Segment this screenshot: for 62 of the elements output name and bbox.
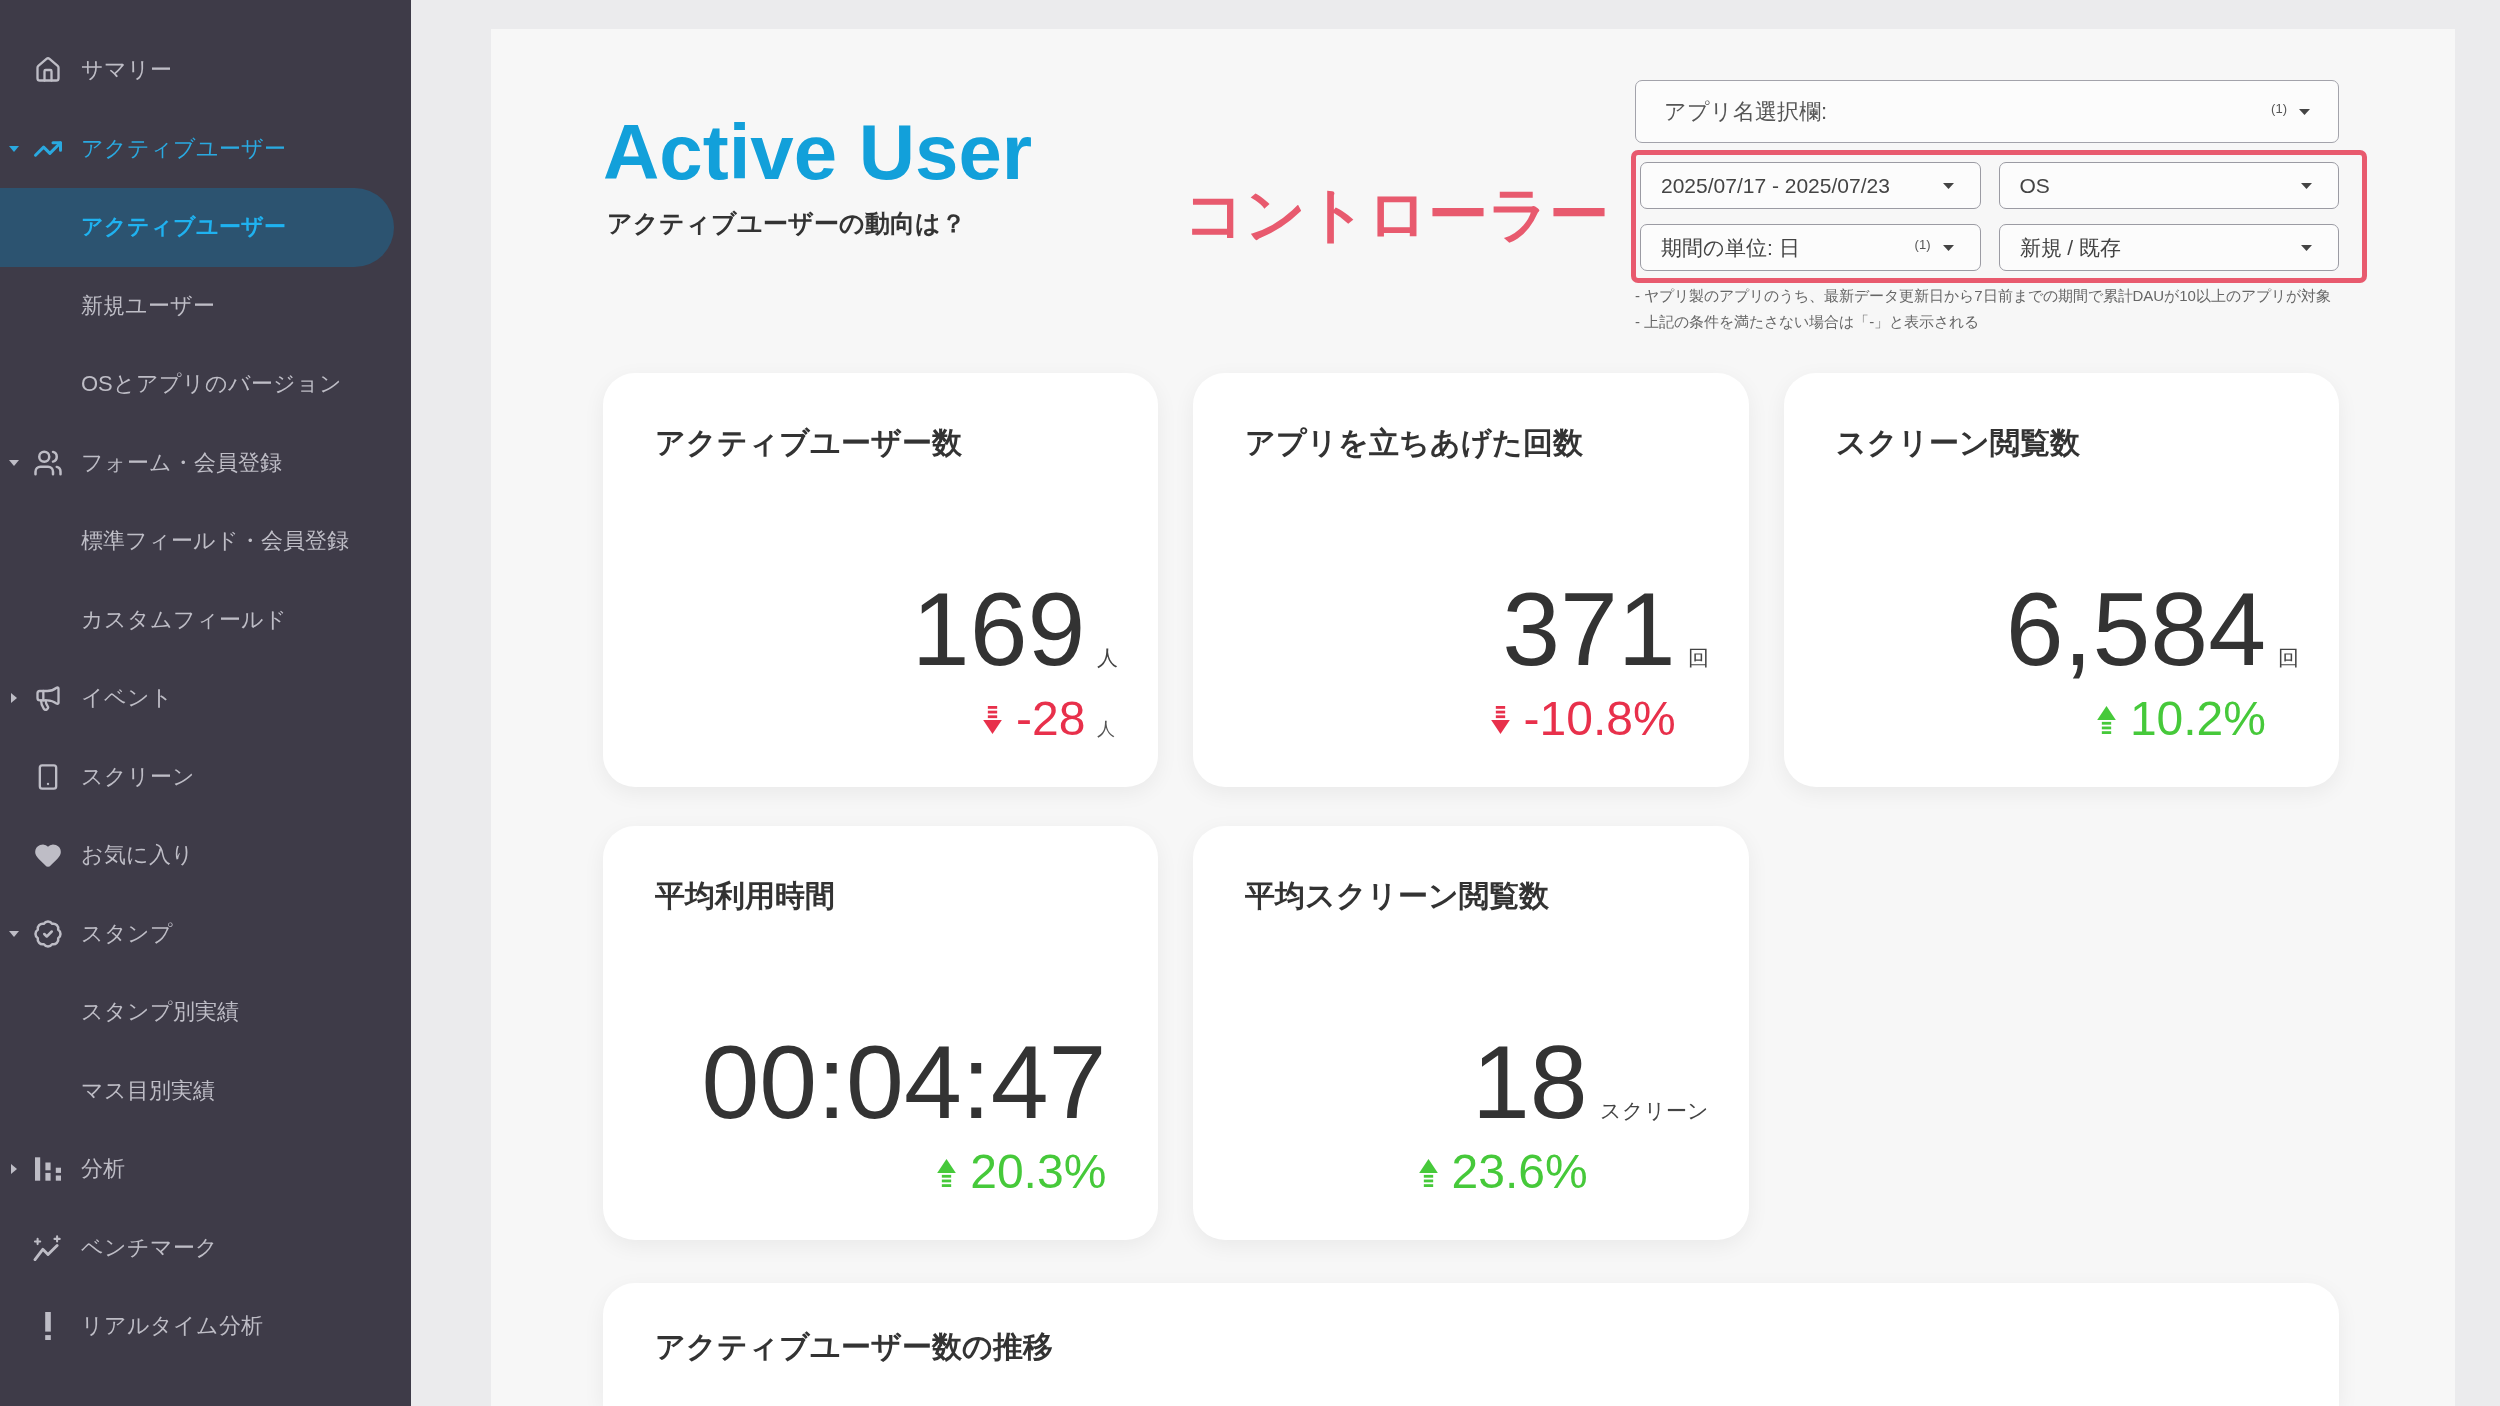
exclamation-icon <box>45 1312 51 1341</box>
sidebar-item[interactable]: マス目別実績 <box>0 1051 394 1130</box>
stat-unit: 回 <box>2278 645 2299 672</box>
stat-value: 18 <box>1471 1030 1588 1135</box>
badge-check-icon <box>33 918 63 949</box>
sidebar-item[interactable]: OSとアプリのバージョン <box>0 345 394 424</box>
stat-value: 169 <box>911 577 1086 682</box>
sidebar-item[interactable]: お気に入り <box>0 816 394 895</box>
sidebar-item[interactable]: フォーム・会員登録 <box>0 423 394 502</box>
sidebar-item[interactable]: サマリー <box>0 31 394 110</box>
change-unit: 人 <box>1097 718 1117 742</box>
sidebar-item[interactable]: スタンプ別実績 <box>0 973 394 1052</box>
card-title: アクティブユーザー数 <box>655 425 963 461</box>
sidebar-item[interactable]: 標準フィールド・会員登録 <box>0 502 394 581</box>
sidebar-item[interactable]: イベント <box>0 659 394 738</box>
sidebar-item[interactable]: リアルタイム分析 <box>0 1287 394 1366</box>
page-subtitle: アクティブユーザーの動向は？ <box>607 208 966 238</box>
note-text: - ヤプリ製のアプリのうち、最新データ更新日から7日前までの期間で累計DAUが10以上のアプリが対象 <box>1635 286 2332 306</box>
sidebar-item[interactable]: カスタムフィールド <box>0 580 394 659</box>
card-title: 平均利用時間 <box>655 878 836 914</box>
change-value: 23.6% <box>1451 1146 1588 1199</box>
stat-value: 371 <box>1502 577 1676 682</box>
sidebar-item[interactable]: アクティブユーザー <box>0 188 394 267</box>
selection-count: (1) <box>2271 101 2287 116</box>
filter-dropdown[interactable]: 新規 / 既存 <box>1998 224 2339 271</box>
sidebar-item[interactable]: アクティブユーザー <box>0 109 394 188</box>
stat-unit: 人 <box>1097 645 1119 672</box>
card-title: スクリーン閲覧数 <box>1835 425 2081 461</box>
caret-icon <box>1942 182 1954 189</box>
home-icon <box>34 56 62 85</box>
filter-dropdown[interactable]: OS <box>1998 162 2339 209</box>
caret-icon <box>1942 244 1954 251</box>
sidebar-item[interactable]: 分析 <box>0 1130 394 1209</box>
sidebar-item[interactable]: 新規ユーザー <box>0 266 394 345</box>
stat-value: 00:04:47 <box>701 1030 1107 1135</box>
change-value: -28 <box>1015 693 1086 746</box>
card-title: 平均スクリーン閲覧数 <box>1245 878 1551 914</box>
page-title: Active User <box>603 113 1033 191</box>
change-value: 10.2% <box>2129 693 2266 746</box>
filter-dropdown[interactable]: 2025/07/17 - 2025/07/23 <box>1640 162 1981 209</box>
sidebar-item[interactable]: ベンチマーク <box>0 1208 394 1287</box>
megaphone-icon <box>34 684 62 713</box>
card-title: アクティブユーザー数の推移 <box>655 1329 1054 1365</box>
caret-icon <box>2301 244 2312 251</box>
change-value: 20.3% <box>970 1146 1107 1199</box>
bar-chart-icon <box>35 1157 61 1182</box>
heart-icon <box>34 841 62 870</box>
filter-dropdown[interactable]: 期間の単位: 日 (1) <box>1640 224 1981 271</box>
stat-unit: 回 <box>1687 645 1709 672</box>
card-title: アプリを立ちあげた回数 <box>1245 425 1585 461</box>
sidebar-item[interactable]: スタンプ <box>0 894 394 973</box>
annotation-label: コントローラー <box>1184 185 1609 245</box>
sidebar-item[interactable]: スクリーン <box>0 737 394 816</box>
selection-count: (1) <box>1914 237 1931 252</box>
caret-icon <box>2299 108 2310 115</box>
stat-value: 6,584 <box>2005 577 2266 682</box>
note-text: - 上記の条件を満たさない場合は「-」と表示される <box>1635 312 1981 332</box>
line-chart-sparkle-icon <box>33 1234 63 1261</box>
change-value: -10.8% <box>1523 693 1676 746</box>
stat-unit: スクリーン <box>1599 1098 1709 1125</box>
app-select-dropdown[interactable]: アプリ名選択欄: (1) <box>1635 80 2339 143</box>
caret-icon <box>2301 182 2312 189</box>
